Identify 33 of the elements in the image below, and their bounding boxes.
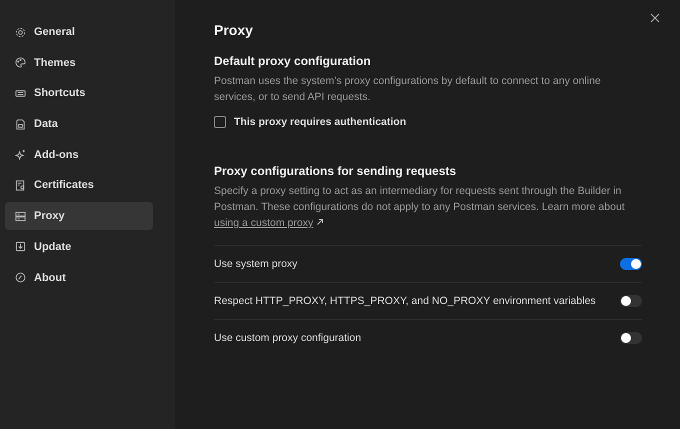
sidebar-item[interactable]: General <box>5 18 153 46</box>
gear-icon <box>15 26 26 38</box>
sidebar-item[interactable]: Data <box>5 110 153 138</box>
certificate-icon <box>15 180 26 191</box>
sidebar-item[interactable]: Shortcuts <box>5 79 153 108</box>
toggle-switch[interactable] <box>620 258 642 270</box>
sidebar-item[interactable]: Add-ons <box>5 140 153 169</box>
checkbox-label: This proxy requires authentication <box>234 116 406 128</box>
setting-label: Use custom proxy configuration <box>214 332 362 344</box>
external-link-icon <box>316 218 324 226</box>
section-description: Specify a proxy setting to act as an intermediary for requests sent through the Builder in Postman. These configurations do not apply to any Postman services. Learn more about using a custom proxy <box>214 184 626 231</box>
file-icon <box>15 118 26 130</box>
docs-link[interactable]: using a custom proxy <box>214 217 324 229</box>
section-heading: Default proxy configuration <box>214 54 372 68</box>
keyboard-icon <box>15 88 26 99</box>
toggle-switch[interactable] <box>620 295 642 307</box>
sidebar-item[interactable]: Proxy <box>5 202 153 230</box>
close-icon[interactable] <box>650 13 660 23</box>
section-description: Postman uses the system’s proxy configurations by default to connect to any online services, or to send API requests. <box>214 74 602 105</box>
sidebar-item[interactable]: About <box>5 264 153 292</box>
setting-label: Respect HTTP_PROXY, HTTPS_PROXY, and NO_PROXY environment variables <box>214 295 596 307</box>
palette-icon <box>15 57 26 68</box>
sidebar-item[interactable]: Certificates <box>5 171 153 200</box>
sidebar-item[interactable]: Themes <box>5 48 153 77</box>
setting-label: Use system proxy <box>214 258 298 270</box>
sidebar-item[interactable]: Update <box>5 232 153 261</box>
server-icon <box>15 210 26 222</box>
checkbox[interactable] <box>214 116 226 128</box>
page-title: Proxy <box>214 22 254 38</box>
download-icon <box>15 241 26 252</box>
sparkle-icon <box>15 149 26 160</box>
section-heading: Proxy configurations for sending requests <box>214 164 458 178</box>
toggle-switch[interactable] <box>620 332 642 344</box>
